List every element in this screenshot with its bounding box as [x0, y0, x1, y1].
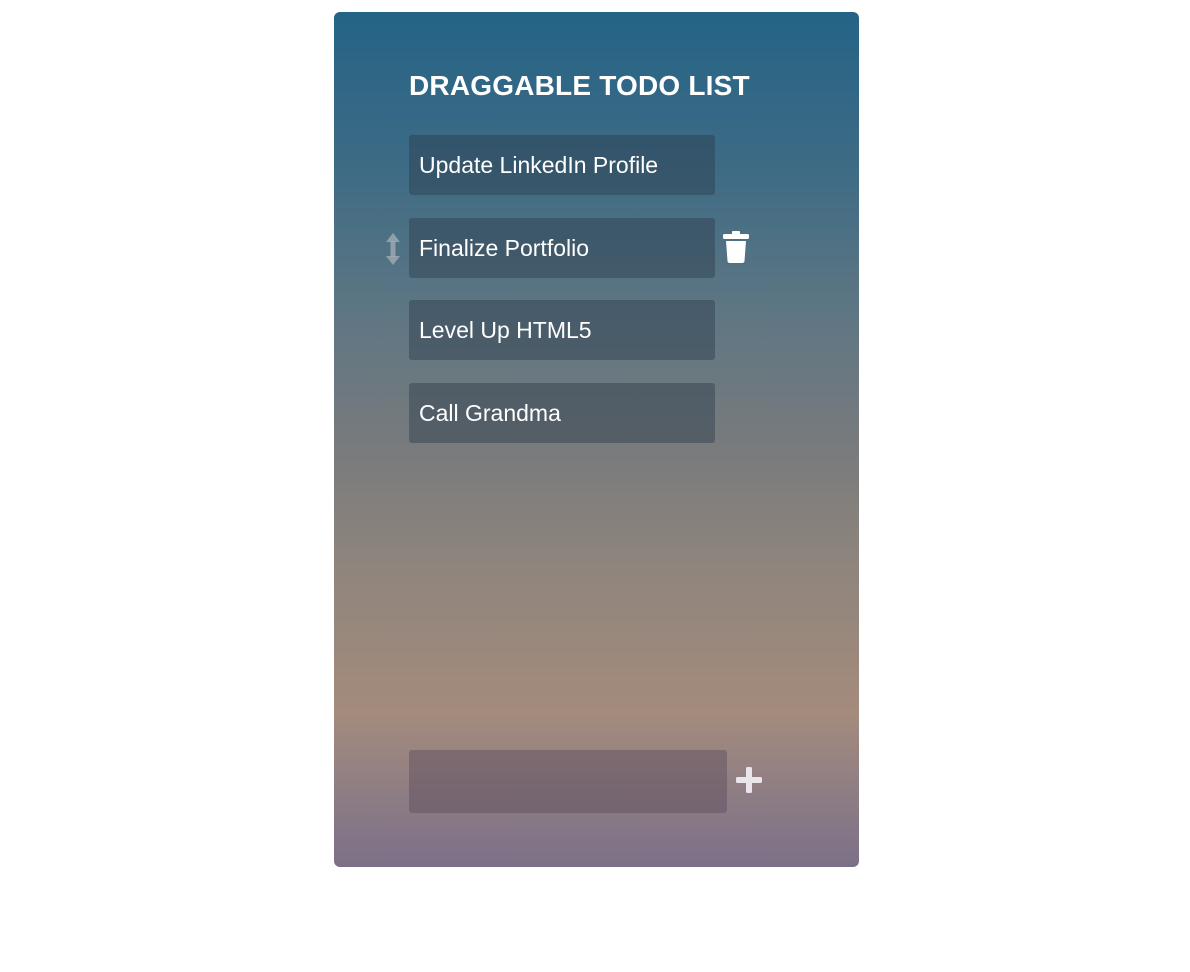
todo-item-label: Call Grandma: [419, 400, 561, 426]
vertical-resize-arrows-icon[interactable]: [382, 232, 404, 266]
plus-icon[interactable]: [734, 765, 764, 795]
todo-item[interactable]: Level Up HTML5: [409, 300, 715, 360]
todo-item[interactable]: Finalize Portfolio: [409, 218, 715, 278]
new-todo-input[interactable]: [409, 750, 727, 813]
page-title: DRAGGABLE TODO LIST: [409, 70, 750, 101]
todo-item-label: Update LinkedIn Profile: [419, 152, 659, 178]
todo-item[interactable]: Update LinkedIn Profile: [409, 135, 715, 195]
todo-item-label: Finalize Portfolio: [419, 235, 590, 261]
trash-icon[interactable]: [722, 230, 750, 264]
todo-card: DRAGGABLE TODO LIST Update LinkedIn Prof…: [334, 12, 859, 867]
todo-item-label: Level Up HTML5: [419, 317, 592, 343]
todo-item[interactable]: Call Grandma: [409, 383, 715, 443]
